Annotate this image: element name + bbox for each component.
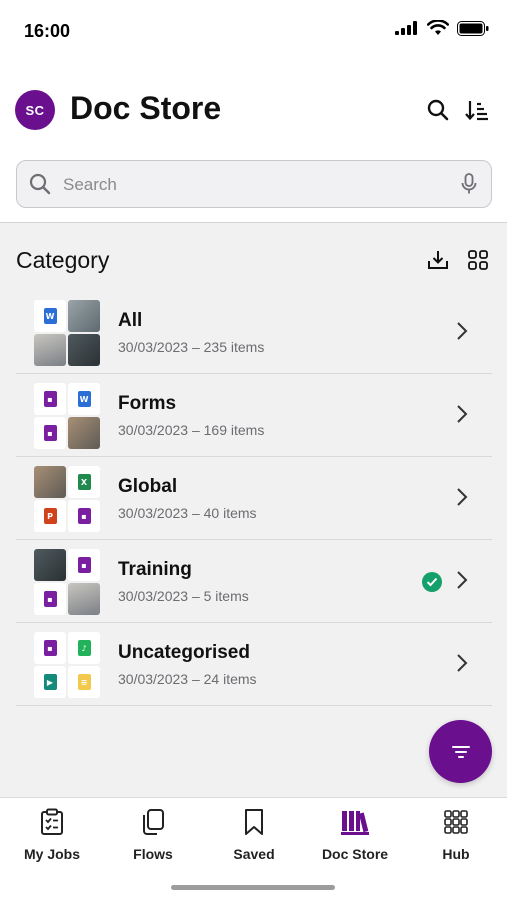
photo-thumbnail <box>68 583 100 615</box>
status-icons <box>395 20 489 36</box>
search-icon <box>427 99 449 121</box>
category-meta: 30/03/2023 – 40 items <box>118 505 257 521</box>
avatar[interactable]: SC <box>15 90 55 130</box>
tab-label: Doc Store <box>321 846 389 862</box>
tab-label: Saved <box>233 846 275 862</box>
battery-icon <box>457 20 489 36</box>
category-thumbnail: W <box>34 300 100 366</box>
photo-thumbnail <box>34 549 66 581</box>
chevron-right-icon <box>457 488 468 506</box>
download-button[interactable] <box>425 247 451 273</box>
category-thumbnail: ▪ ▪ <box>34 549 100 615</box>
photo-thumbnail <box>34 466 66 498</box>
category-meta: 30/03/2023 – 169 items <box>118 422 265 438</box>
chevron-right-icon <box>457 654 468 672</box>
category-row-uncategorised[interactable]: ▪ ♪ ▶ ≡ Uncategorised 30/03/2023 – 24 it… <box>16 623 492 706</box>
grid-view-icon <box>468 250 488 270</box>
download-icon <box>428 251 448 269</box>
page-title: Doc Store <box>70 90 222 126</box>
video-file-icon: ▶ <box>34 666 66 698</box>
category-name: Global <box>118 476 178 497</box>
audio-file-icon: ♪ <box>68 632 100 664</box>
photo-thumbnail <box>68 417 100 449</box>
search-icon <box>29 173 51 195</box>
photo-thumbnail <box>68 334 100 366</box>
chevron-right-icon <box>457 322 468 340</box>
library-icon <box>341 811 369 835</box>
pdf-file-icon: ▪ <box>34 417 66 449</box>
category-name: Uncategorised <box>118 642 250 663</box>
category-name: Training <box>118 559 192 580</box>
chevron-right-icon <box>457 571 468 589</box>
word-file-icon: W <box>34 300 66 332</box>
microphone-icon[interactable] <box>461 173 477 195</box>
category-list: W All 30/03/2023 – 235 items ▪ W ▪ Forms… <box>16 291 492 706</box>
wifi-icon <box>427 20 449 35</box>
status-bar: 16:00 <box>0 0 507 60</box>
sort-icon <box>465 101 488 121</box>
search-input[interactable] <box>63 169 443 201</box>
powerpoint-file-icon: P <box>34 500 66 532</box>
pdf-file-icon: ▪ <box>34 383 66 415</box>
word-file-icon: W <box>68 383 100 415</box>
signal-icon <box>395 21 417 35</box>
grid-dots-icon <box>444 810 468 834</box>
archive-file-icon: ≡ <box>68 666 100 698</box>
category-thumbnail: ▪ W ▪ <box>34 383 100 449</box>
clipboard-list-icon <box>41 808 63 835</box>
sort-button[interactable] <box>463 96 491 124</box>
app-header: SC Doc Store <box>0 86 507 136</box>
pdf-file-icon: ▪ <box>34 632 66 664</box>
pdf-file-icon: ▪ <box>68 500 100 532</box>
category-name: All <box>118 310 143 331</box>
tab-doc-store[interactable]: Doc Store <box>305 806 405 866</box>
category-row-forms[interactable]: ▪ W ▪ Forms 30/03/2023 – 169 items <box>16 374 492 457</box>
category-meta: 30/03/2023 – 235 items <box>118 339 265 355</box>
pdf-file-icon: ▪ <box>68 549 100 581</box>
category-row-all[interactable]: W All 30/03/2023 – 235 items <box>16 291 492 374</box>
status-time: 16:00 <box>24 21 71 41</box>
photo-thumbnail <box>34 334 66 366</box>
tab-label: Hub <box>442 846 470 862</box>
home-indicator <box>171 885 335 890</box>
category-thumbnail: X P ▪ <box>34 466 100 532</box>
category-thumbnail: ▪ ♪ ▶ ≡ <box>34 632 100 698</box>
search-button[interactable] <box>424 96 452 124</box>
tab-my-jobs[interactable]: My Jobs <box>2 806 102 866</box>
copy-icon <box>143 809 164 835</box>
tab-saved[interactable]: Saved <box>204 806 304 866</box>
excel-file-icon: X <box>68 466 100 498</box>
grid-view-button[interactable] <box>465 247 491 273</box>
tab-flows[interactable]: Flows <box>103 806 203 866</box>
chevron-right-icon <box>457 405 468 423</box>
category-meta: 30/03/2023 – 24 items <box>118 671 257 687</box>
pdf-file-icon: ▪ <box>34 583 66 615</box>
synced-check-icon <box>422 572 442 592</box>
filter-icon <box>451 745 470 758</box>
category-name: Forms <box>118 393 177 414</box>
category-row-global[interactable]: X P ▪ Global 30/03/2023 – 40 items <box>16 457 492 540</box>
photo-thumbnail <box>68 300 100 332</box>
tab-hub[interactable]: Hub <box>406 806 506 866</box>
search-bar <box>16 160 492 208</box>
filter-fab-button[interactable] <box>429 720 492 783</box>
tab-label: My Jobs <box>23 846 80 862</box>
tab-label: Flows <box>133 846 173 862</box>
bookmark-icon <box>245 809 263 835</box>
main-content: Category W All 30/03/2023 – 235 items ▪ … <box>0 223 507 797</box>
section-title: Category <box>16 247 110 273</box>
category-row-training[interactable]: ▪ ▪ Training 30/03/2023 – 5 items <box>16 540 492 623</box>
category-meta: 30/03/2023 – 5 items <box>118 588 249 604</box>
